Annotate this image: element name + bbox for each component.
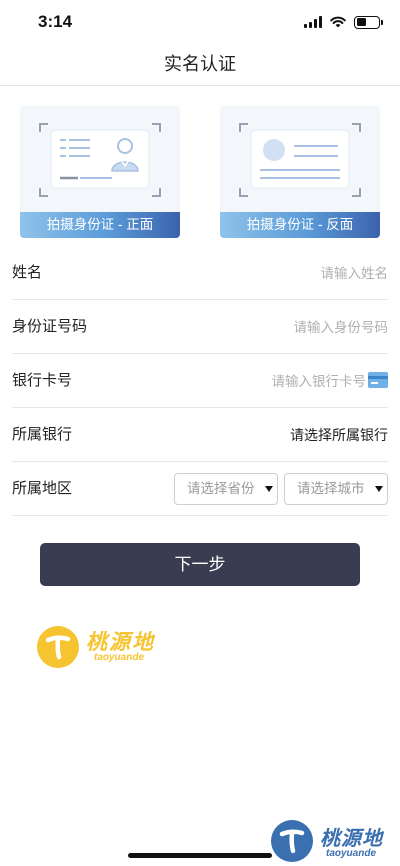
city-placeholder: 请选择城市	[297, 481, 365, 496]
wifi-icon	[330, 16, 346, 28]
id-card-front-upload[interactable]: 拍摄身份证 - 正面	[20, 106, 180, 238]
watermark-logo: 桃源地 taoyuande	[36, 624, 176, 670]
cellular-signal-icon	[304, 16, 322, 28]
caret-down-icon	[265, 486, 273, 492]
id-card-front-label: 拍摄身份证 - 正面	[20, 212, 180, 238]
province-select[interactable]: 请选择省份	[174, 473, 278, 505]
id-card-front-illustration	[39, 123, 161, 197]
watermark-subtitle: taoyuande	[94, 652, 145, 663]
watermark-logo-bottom: 桃源地 taoyuande	[270, 818, 398, 864]
battery-level	[356, 18, 366, 26]
id-number-row: 身份证号码	[12, 300, 388, 354]
id-card-back-upload[interactable]: 拍摄身份证 - 反面	[220, 106, 380, 238]
nav-bar: 实名认证	[0, 44, 400, 86]
home-indicator	[128, 853, 272, 858]
name-label: 姓名	[12, 264, 43, 281]
id-number-label: 身份证号码	[12, 318, 88, 335]
id-card-back-illustration	[239, 123, 361, 197]
watermark-title-bottom: 桃源地	[320, 828, 383, 850]
id-card-back-label: 拍摄身份证 - 反面	[220, 212, 380, 238]
watermark-subtitle-bottom: taoyuande	[326, 848, 377, 859]
status-bar: 3:14	[0, 0, 400, 44]
status-time: 3:14	[38, 12, 73, 31]
region-label: 所属地区	[12, 480, 73, 497]
bank-card-row: 银行卡号	[12, 354, 388, 408]
caret-down-icon	[375, 486, 383, 492]
city-select[interactable]: 请选择城市	[284, 473, 388, 505]
id-number-input[interactable]	[168, 314, 388, 340]
bank-label: 所属银行	[12, 426, 73, 443]
bank-row[interactable]: 所属银行 请选择所属银行	[12, 408, 388, 462]
bank-card-input[interactable]	[186, 368, 366, 394]
id-card-uploads: 拍摄身份证 - 正面 拍摄身份证 - 反面	[20, 106, 380, 238]
status-icons	[304, 14, 383, 30]
verification-form: 姓名 身份证号码 银行卡号 所属银行 请选择所属银行 所属地区 请选择省份 请选…	[12, 246, 388, 516]
battery-icon	[354, 15, 383, 29]
credit-card-icon[interactable]	[368, 372, 388, 388]
next-step-button[interactable]: 下一步	[40, 543, 360, 586]
page-title: 实名认证	[164, 54, 236, 74]
name-row: 姓名	[12, 246, 388, 300]
bank-select[interactable]: 请选择所属银行	[290, 408, 388, 462]
bank-card-label: 银行卡号	[12, 372, 73, 389]
province-placeholder: 请选择省份	[187, 481, 255, 496]
name-input[interactable]	[168, 260, 388, 286]
region-row: 所属地区 请选择省份 请选择城市	[12, 462, 388, 516]
